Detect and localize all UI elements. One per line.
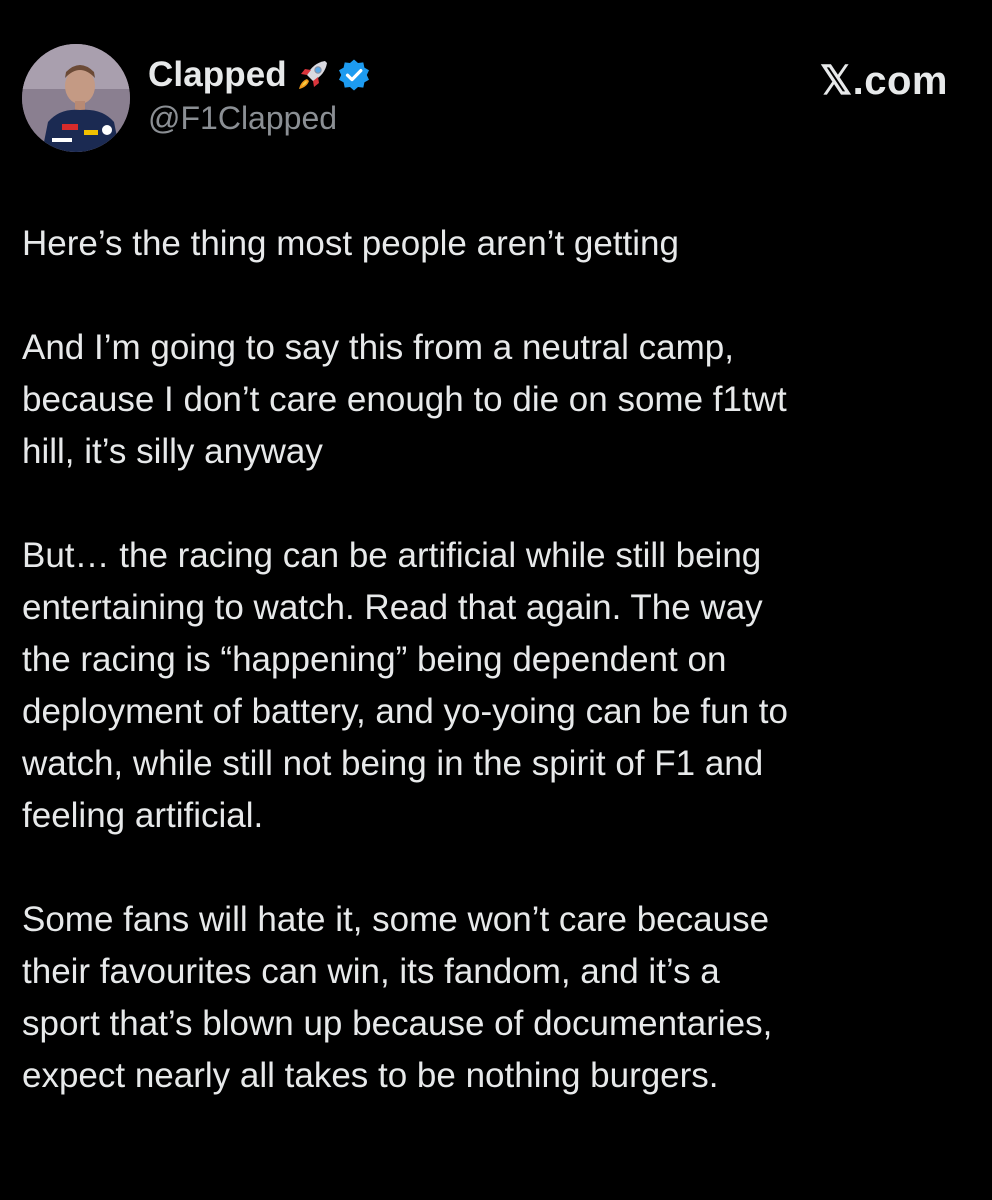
x-brand-logo: 𝕏.com xyxy=(819,59,948,103)
tweet-paragraph-4: Some fans will hate it, some won’t care … xyxy=(22,900,773,1095)
tweet-text: Here’s the thing most people aren’t gett… xyxy=(22,218,957,1102)
author-identity: Clapped @F1Clapped xyxy=(148,54,371,137)
driver-photo-avatar-icon: TM xyxy=(22,44,130,152)
display-name[interactable]: Clapped xyxy=(148,55,287,95)
tweet-header: TM Clapped @F1Clapped 𝕏.com xyxy=(22,44,962,152)
tweet-paragraph-1: Here’s the thing most people aren’t gett… xyxy=(22,224,679,263)
rocket-emoji-icon xyxy=(295,57,331,93)
svg-text:TM: TM xyxy=(28,50,41,60)
author-handle[interactable]: @F1Clapped xyxy=(148,100,371,137)
tweet-paragraph-3: But… the racing can be artificial while … xyxy=(22,536,788,835)
avatar[interactable]: TM xyxy=(22,44,130,152)
name-row: Clapped xyxy=(148,54,371,96)
verified-badge-icon xyxy=(337,58,371,92)
tweet-paragraph-2: And I’m going to say this from a neutral… xyxy=(22,328,787,471)
tweet-card: TM Clapped @F1Clapped 𝕏.com Here’s the t… xyxy=(0,0,992,1200)
